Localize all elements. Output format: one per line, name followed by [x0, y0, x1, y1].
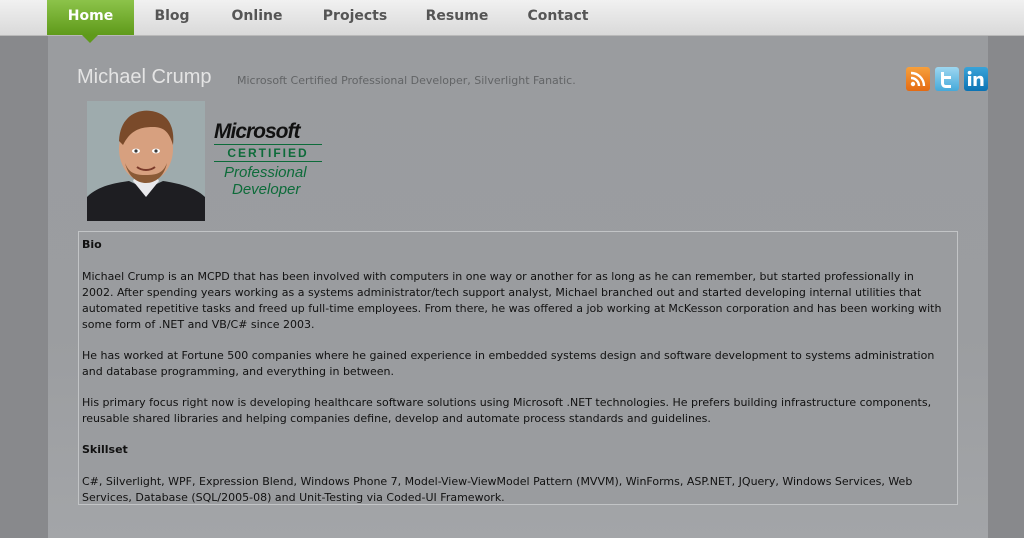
bio-paragraph-2: He has worked at Fortune 500 companies w… — [82, 349, 935, 378]
nav-contact[interactable]: Contact — [520, 0, 596, 35]
site-title[interactable]: Michael Crump — [77, 66, 211, 89]
rss-icon[interactable] — [906, 67, 930, 91]
nav-online[interactable]: Online — [222, 0, 292, 35]
nav-home[interactable]: Home — [47, 0, 134, 35]
bio-content-box: Bio Michael Crump is an MCPD that has be… — [78, 231, 958, 505]
twitter-icon[interactable] — [935, 67, 959, 91]
site-tagline: Microsoft Certified Professional Develop… — [237, 74, 576, 87]
badge-microsoft: Microsoft — [214, 120, 300, 143]
badge-certified: CERTIFIED — [214, 144, 322, 162]
badge-professional: Professional — [224, 164, 307, 181]
microsoft-certified-badge: Microsoft CERTIFIED Professional Develop… — [214, 120, 326, 200]
skillset-text: C#, Silverlight, WPF, Expression Blend, … — [82, 475, 913, 504]
nav-active-indicator — [82, 35, 98, 43]
page-right-gutter — [988, 36, 1024, 538]
nav-blog[interactable]: Blog — [144, 0, 200, 35]
top-nav-bar: Home Blog Online Projects Resume Contact — [0, 0, 1024, 36]
nav-resume[interactable]: Resume — [420, 0, 494, 35]
nav-projects[interactable]: Projects — [316, 0, 394, 35]
bio-heading: Bio — [82, 238, 102, 251]
bio-paragraph-1: Michael Crump is an MCPD that has been i… — [82, 270, 942, 331]
profile-photo — [87, 101, 205, 221]
linkedin-icon[interactable] — [964, 67, 988, 91]
badge-developer: Developer — [232, 181, 301, 198]
page-left-gutter — [0, 36, 48, 538]
skillset-heading: Skillset — [82, 443, 128, 456]
bio-paragraph-3: His primary focus right now is developin… — [82, 396, 932, 425]
